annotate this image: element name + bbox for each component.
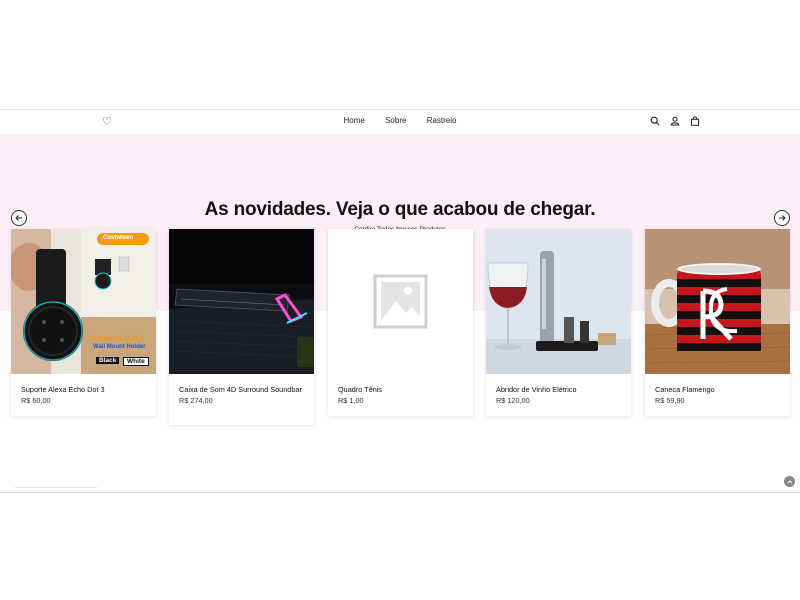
product-name[interactable]: Quadro Tênis	[328, 385, 473, 394]
product-card[interactable]: Caneca Flamengo R$ 59,90	[645, 229, 790, 416]
carousel-next-button[interactable]	[774, 210, 790, 226]
image-tag-white: White	[123, 357, 149, 366]
product-card[interactable]: Caixa de Som 4D Surround Soundbar R$ 274…	[169, 229, 314, 425]
hero-title: As novidades. Veja o que acabou de chega…	[204, 199, 596, 220]
image-brand-text: Costwleen	[103, 235, 134, 241]
account-icon[interactable]	[670, 116, 680, 126]
search-icon[interactable]	[650, 116, 660, 126]
image-caption-line1: Amazon Dot 3	[91, 334, 145, 343]
product-image-echo-holder[interactable]: Costwleen Amazon Dot 3 Wall Mount Holder…	[11, 229, 156, 374]
carousel-prev-button[interactable]	[11, 210, 27, 226]
product-image-wine-opener[interactable]	[486, 229, 631, 374]
nav-home[interactable]: Home	[344, 116, 365, 125]
product-price: R$ 59,90	[655, 396, 685, 405]
product-image-placeholder[interactable]	[328, 229, 473, 374]
arrow-left-icon	[15, 215, 22, 221]
product-price: R$ 60,00	[21, 396, 51, 405]
cart-icon[interactable]	[690, 116, 700, 126]
product-image-soundbar[interactable]	[169, 229, 314, 374]
nav-icons	[650, 116, 700, 126]
product-card[interactable]: Costwleen Amazon Dot 3 Wall Mount Holder…	[11, 229, 156, 416]
page-frame: ♡ Home Sobre Rastreio As novidades. Veja…	[0, 109, 800, 493]
image-tag-black: Black	[96, 357, 120, 364]
product-image-flamengo-mug[interactable]	[645, 229, 790, 374]
product-name[interactable]: Caneca Flamengo	[645, 385, 790, 394]
product-card[interactable]: Abridor de Vinho Elétrico R$ 120,00	[486, 229, 631, 416]
arrow-right-icon	[779, 215, 786, 221]
scroll-to-top-button[interactable]	[784, 476, 795, 487]
product-name[interactable]: Suporte Alexa Echo Dot 3	[11, 385, 156, 394]
product-price: R$ 120,00	[496, 396, 530, 405]
navbar: ♡ Home Sobre Rastreio	[0, 110, 800, 135]
product-name[interactable]: Abridor de Vinho Elétrico	[486, 385, 631, 394]
nav-rastreio[interactable]: Rastreio	[427, 116, 457, 125]
bottom-divider	[15, 487, 97, 493]
product-name[interactable]: Caixa de Som 4D Surround Soundbar	[169, 385, 314, 394]
nav-sobre[interactable]: Sobre	[385, 116, 406, 125]
product-card[interactable]: Quadro Tênis R$ 1,00	[328, 229, 473, 416]
product-price: R$ 274,00	[179, 396, 213, 405]
image-caption-line2: Wall Mount Holder	[93, 344, 146, 350]
product-price: R$ 1,00	[338, 396, 364, 405]
chevron-up-icon	[787, 479, 792, 483]
